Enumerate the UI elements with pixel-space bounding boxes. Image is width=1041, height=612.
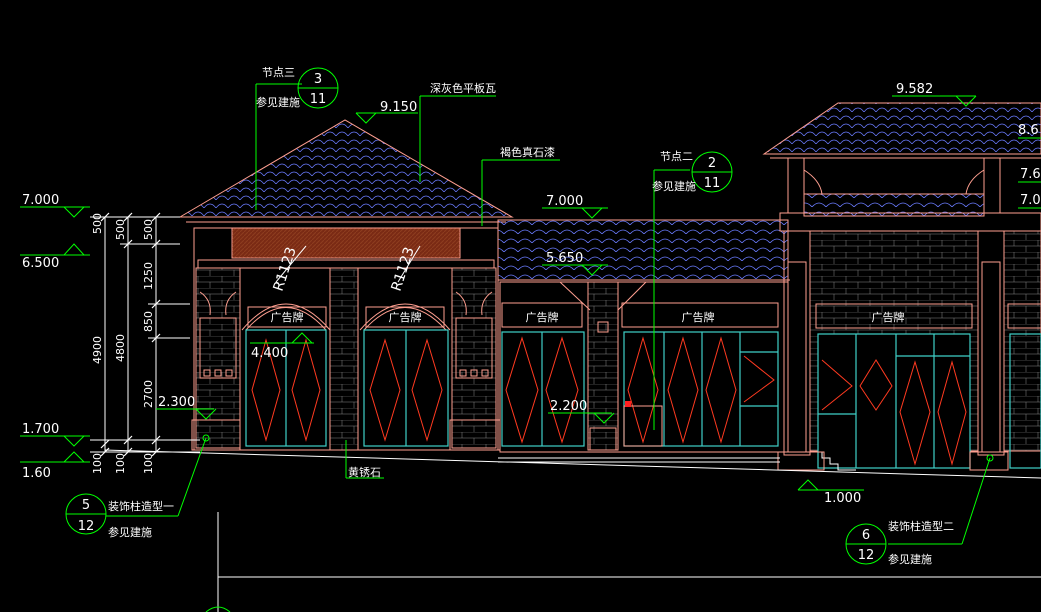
bubble2-top: 2: [708, 156, 716, 171]
bubble3-top: 5: [82, 498, 90, 513]
note-column2: 装饰柱造型二: [888, 519, 954, 533]
note-node2: 节点二: [660, 150, 693, 163]
bubble4-bottom: 12: [858, 548, 875, 563]
note-stone-paint: 褐色真石漆: [500, 145, 555, 159]
elev-70: 7.0: [1020, 193, 1041, 208]
note-node3: 节点三: [262, 66, 295, 79]
elev-5650: 5.650: [546, 251, 583, 266]
note-see-arch-4: 参见建施: [888, 552, 932, 566]
note-see-arch-2: 参见建施: [652, 179, 696, 193]
bubble2-bottom: 11: [704, 176, 721, 191]
elev-7000-mid: 7.000: [546, 194, 583, 209]
elev-2300: 2.300: [158, 395, 195, 410]
note-column1: 装饰柱造型一: [108, 499, 174, 513]
dimension-chains: 500 4900 100 500 4800 100 500 1250 850 2…: [90, 212, 200, 474]
elev-2200: 2.200: [550, 399, 587, 414]
left-roof: [178, 119, 514, 218]
signboard-4: 广告牌: [682, 310, 715, 324]
dim-c1-500: 500: [91, 213, 104, 234]
dim-c1-100: 100: [91, 453, 104, 474]
note-roof-tile: 深灰色平板瓦: [430, 81, 496, 95]
dim-c3-1250: 1250: [142, 262, 155, 290]
note-granite: 黄锈石: [348, 465, 381, 479]
elev-7000-left: 7.000: [22, 193, 59, 208]
middle-roof: [497, 219, 789, 281]
signboard-1: 广告牌: [271, 310, 304, 324]
dim-c3-500: 500: [142, 219, 155, 240]
note-see-arch-3: 参见建施: [108, 525, 152, 539]
signboard-3: 广告牌: [526, 310, 559, 324]
elev-1000: 1.000: [824, 491, 861, 506]
elev-9582: 9.582: [896, 82, 933, 97]
right-pavilion: [762, 102, 1041, 471]
dim-c3-100: 100: [142, 453, 155, 474]
dim-c3-2700: 2700: [142, 380, 155, 408]
right-roof: [762, 102, 1041, 155]
dim-c1-4900: 4900: [91, 336, 104, 364]
elev-9150: 9.150: [380, 100, 417, 115]
cad-elevation-drawing: 500 4900 100 500 4800 100 500 1250 850 2…: [20, 66, 1041, 612]
dim-c2-100: 100: [114, 453, 127, 474]
middle-building: [497, 219, 790, 453]
dim-c3-850: 850: [142, 311, 155, 332]
bubble1-top: 3: [314, 72, 322, 87]
signboard-2: 广告牌: [389, 310, 422, 324]
elev-4400: 4.400: [251, 346, 288, 361]
elev-6500: 6.500: [22, 256, 59, 271]
note-see-arch-1: 参见建施: [256, 95, 300, 109]
bubble1-bottom: 11: [310, 92, 327, 107]
dim-c2-500: 500: [114, 219, 127, 240]
bubble3-bottom: 12: [78, 519, 95, 534]
bubble4-top: 6: [862, 528, 870, 543]
elev-86: 8.6: [1018, 123, 1039, 138]
left-pavilion: [178, 119, 514, 451]
elev-160: 1.60: [22, 466, 51, 481]
elev-1700: 1.700: [22, 422, 59, 437]
elev-76: 7.6: [1020, 167, 1041, 182]
dim-c2-4800: 4800: [114, 334, 127, 362]
signboard-5: 广告牌: [872, 310, 905, 324]
